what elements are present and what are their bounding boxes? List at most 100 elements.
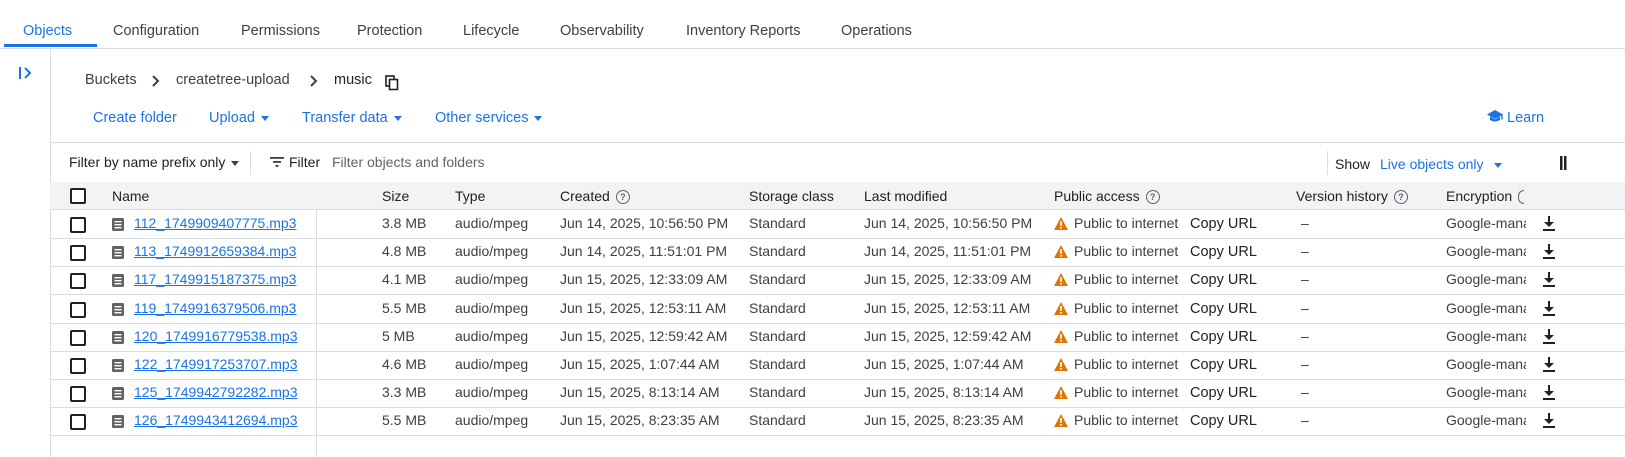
download-icon[interactable] — [1542, 300, 1556, 317]
tab-objects[interactable]: Objects — [23, 0, 72, 47]
table-row[interactable]: 117_1749915187375.mp3 4.1 MB audio/mpeg Jun… — [50, 266, 1625, 296]
encryption-value: Google-managed — [1446, 384, 1526, 401]
copy-url-button[interactable]: Copy URL — [1190, 216, 1257, 232]
create-folder-button[interactable]: Create folder — [93, 110, 177, 126]
object-size: 4.8 MB — [382, 243, 427, 260]
copy-url-button[interactable]: Copy URL — [1190, 244, 1257, 260]
object-name-link[interactable]: 125_1749942792282.mp3 — [134, 384, 298, 400]
file-icon — [112, 302, 124, 316]
col-name[interactable]: Name — [112, 188, 149, 204]
object-name-link[interactable]: 112_1749909407775.mp3 — [134, 215, 296, 231]
object-name-link[interactable]: 122_1749917253707.mp3 — [134, 356, 298, 372]
col-version-history[interactable]: Version history? — [1296, 188, 1408, 205]
download-icon[interactable] — [1542, 244, 1556, 260]
version-history-value: – — [1301, 384, 1309, 401]
column-display-icon[interactable] — [1560, 156, 1568, 170]
help-icon[interactable]: ? — [1145, 190, 1160, 205]
download-icon[interactable] — [1542, 272, 1556, 288]
row-checkbox[interactable] — [70, 273, 86, 290]
help-icon[interactable] — [1518, 190, 1525, 205]
version-history-value: – — [1301, 356, 1309, 372]
download-icon[interactable] — [1542, 216, 1556, 232]
object-type: audio/mpeg — [455, 384, 529, 401]
left-rail — [0, 48, 51, 457]
copy-url-button[interactable]: Copy URL — [1190, 413, 1257, 429]
table-row[interactable]: 119_1749916379506.mp3 5.5 MB audio/mpeg Jun… — [50, 295, 1625, 324]
other-services-button[interactable]: Other services — [435, 110, 543, 126]
copy-url-button[interactable]: Copy URL — [1190, 301, 1257, 317]
file-icon — [112, 387, 124, 401]
object-last-modified: Jun 14, 2025, 10:56:50 PM — [864, 215, 1033, 231]
object-name-link[interactable]: 126_1749943412694.mp3 — [134, 412, 298, 428]
object-type: audio/mpeg — [455, 356, 529, 372]
transfer-data-button[interactable]: Transfer data — [302, 110, 402, 126]
object-name-link[interactable]: 120_1749916779538.mp3 — [134, 328, 298, 344]
filter-input[interactable] — [332, 151, 832, 173]
help-icon[interactable]: ? — [1393, 190, 1408, 205]
version-history-value: – — [1301, 215, 1309, 231]
download-icon[interactable] — [1542, 413, 1556, 429]
table-row[interactable]: 120_1749916779538.mp3 5 MB audio/mpeg Jun 1… — [50, 323, 1625, 352]
upload-button[interactable]: Upload — [209, 110, 269, 126]
filter-button[interactable]: Filter — [270, 154, 320, 170]
object-name-link[interactable]: 117_1749915187375.mp3 — [134, 271, 296, 287]
table-row[interactable]: 125_1749942792282.mp3 3.3 MB audio/mpeg Jun… — [50, 379, 1625, 409]
tab-lifecycle[interactable]: Lifecycle — [463, 0, 519, 47]
table-row[interactable]: 113_1749912659384.mp3 4.8 MB audio/mpeg Jun… — [50, 238, 1625, 268]
row-checkbox[interactable] — [70, 301, 86, 318]
table-row[interactable]: 122_1749917253707.mp3 4.6 MB audio/mpeg Jun… — [50, 351, 1625, 380]
row-checkbox[interactable] — [70, 329, 86, 346]
chevron-right-icon — [310, 75, 318, 87]
col-type[interactable]: Type — [455, 188, 485, 204]
col-size[interactable]: Size — [382, 188, 409, 204]
table-row[interactable]: 126_1749943412694.mp3 5.5 MB audio/mpeg Jun… — [50, 407, 1625, 437]
object-name-link[interactable]: 113_1749912659384.mp3 — [134, 243, 296, 259]
breadcrumb-buckets[interactable]: Buckets — [85, 72, 137, 88]
object-storage-class: Standard — [749, 356, 806, 372]
divider — [250, 151, 251, 175]
copy-url-button[interactable]: Copy URL — [1190, 357, 1257, 373]
file-icon — [112, 246, 124, 260]
col-last-modified[interactable]: Last modified — [864, 188, 947, 204]
expand-panel-icon[interactable] — [17, 64, 35, 82]
select-all-checkbox[interactable] — [70, 188, 86, 204]
download-icon[interactable] — [1542, 357, 1556, 373]
show-select[interactable]: Live objects only — [1380, 156, 1502, 172]
row-checkbox[interactable] — [70, 217, 86, 233]
download-icon[interactable] — [1542, 328, 1556, 345]
tab-protection[interactable]: Protection — [357, 0, 422, 47]
school-icon — [1487, 110, 1503, 122]
tab-inventory-reports[interactable]: Inventory Reports — [686, 0, 800, 47]
learn-button[interactable]: Learn — [1487, 110, 1544, 126]
object-name-link[interactable]: 119_1749916379506.mp3 — [134, 300, 296, 316]
object-type: audio/mpeg — [455, 327, 529, 344]
copy-url-button[interactable]: Copy URL — [1190, 385, 1257, 401]
table-row[interactable]: 112_1749909407775.mp3 3.8 MB audio/mpeg Jun… — [50, 210, 1625, 239]
tab-configuration[interactable]: Configuration — [113, 0, 199, 47]
row-checkbox[interactable] — [70, 414, 86, 431]
copy-url-button[interactable]: Copy URL — [1190, 272, 1257, 288]
warning-icon — [1054, 329, 1068, 343]
tab-operations[interactable]: Operations — [841, 0, 912, 47]
row-checkbox[interactable] — [70, 358, 86, 374]
encryption-value: Google-managed — [1446, 271, 1526, 288]
tab-permissions[interactable]: Permissions — [241, 0, 320, 47]
object-size: 4.1 MB — [382, 271, 427, 288]
row-checkbox[interactable] — [70, 386, 86, 403]
col-storage-class[interactable]: Storage class — [749, 188, 834, 204]
breadcrumb-bucket[interactable]: createtree-upload — [176, 72, 290, 88]
caret-down-icon — [393, 115, 402, 121]
file-icon — [112, 330, 124, 344]
copy-url-button[interactable]: Copy URL — [1190, 329, 1257, 345]
col-encryption[interactable]: Encryption — [1446, 188, 1525, 205]
col-created[interactable]: Created? — [560, 188, 630, 205]
version-history-value: – — [1301, 327, 1309, 344]
filter-prefix-dropdown[interactable]: Filter by name prefix only — [69, 154, 240, 170]
row-checkbox[interactable] — [70, 245, 86, 262]
download-icon[interactable] — [1542, 385, 1556, 401]
tab-observability[interactable]: Observability — [560, 0, 644, 47]
object-last-modified: Jun 15, 2025, 8:13:14 AM — [864, 384, 1024, 401]
col-public-access[interactable]: Public access? — [1054, 188, 1160, 205]
copy-icon[interactable] — [385, 75, 399, 91]
help-icon[interactable]: ? — [615, 190, 630, 205]
